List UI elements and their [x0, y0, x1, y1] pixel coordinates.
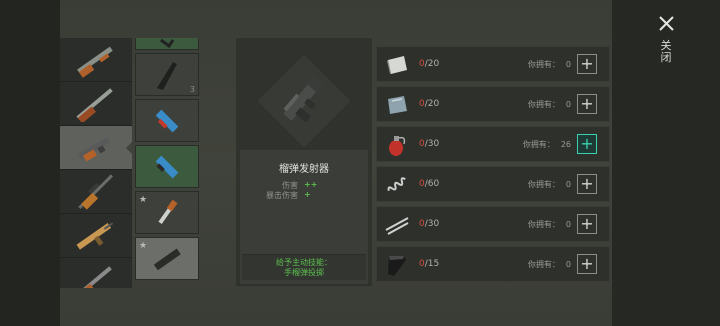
owned-label: 你拥有： [527, 220, 560, 229]
owned-value: 0 [565, 180, 571, 189]
material-required: /20 [424, 59, 440, 69]
weapon-slot-grenade-launcher[interactable] [60, 126, 132, 170]
star-icon: ★ [139, 195, 148, 205]
mod-slot-top[interactable] [135, 38, 199, 50]
material-row: 0/20 你拥有： 0 + [376, 86, 610, 122]
weapon-detail-panel: 榴弹发射器 伤害 ++ 暴击伤害 + 给予主动技能： 手榴弹投掷 [236, 38, 372, 286]
add-material-button[interactable]: + [577, 174, 597, 194]
material-owned: 你拥有： 0 [528, 219, 571, 230]
owned-label: 你拥有： [527, 260, 560, 269]
star-icon: ★ [139, 241, 148, 251]
material-required: /15 [424, 259, 440, 269]
knife-icon [158, 199, 178, 224]
weapon-slot-assault-rifle[interactable] [60, 214, 132, 258]
owned-label: 你拥有： [527, 60, 560, 69]
material-owned: 你拥有： 0 [528, 259, 571, 270]
weapon-slot-shotgun-double[interactable] [60, 82, 132, 126]
mod-list: 3 ★ ★ [133, 38, 201, 288]
stat-label: 暴击伤害 [266, 191, 298, 200]
material-owned: 你拥有： 26 [523, 139, 571, 150]
material-row: 0/60 你拥有： 0 + [376, 166, 610, 202]
weapon-slot-sniper-rifle[interactable] [60, 170, 132, 214]
skill-info: 给予主动技能： 手榴弹投掷 [242, 254, 366, 280]
assault-rifle-icon [76, 221, 114, 250]
materials-list: 0/20 你拥有： 0 + 0/20 你拥有： 0 + 0/30 你拥有： 26 + … [376, 38, 610, 288]
background-left [0, 0, 60, 326]
material-required: /60 [424, 179, 440, 189]
material-required: /30 [424, 139, 440, 149]
barrel-icon [153, 248, 181, 270]
mod-slot-barrel[interactable]: ★ [135, 237, 199, 280]
metal-plate-icon [383, 51, 411, 79]
material-owned: 你拥有： 0 [528, 59, 571, 70]
owned-value: 0 [565, 100, 571, 109]
rubber-roll-icon [383, 251, 411, 279]
material-row: 0/15 你拥有： 0 + [376, 246, 610, 282]
shotgun-pump-icon [77, 46, 113, 78]
mod-slot-knife[interactable]: ★ [135, 191, 199, 234]
weapon-list [60, 38, 132, 288]
material-row: 0/30 你拥有： 0 + [376, 206, 610, 242]
material-required: /30 [424, 219, 440, 229]
owned-value: 0 [565, 260, 571, 269]
weapon-name: 榴弹发射器 [279, 164, 329, 175]
skill-title: 给予主动技能： [276, 258, 332, 267]
add-material-button[interactable]: + [577, 214, 597, 234]
shotgun-double-icon [76, 87, 113, 122]
weapon-slot-shotgun-pump[interactable] [60, 38, 132, 82]
material-count: 0/20 [419, 99, 439, 109]
rods-icon [383, 211, 411, 239]
owned-label: 你拥有： [522, 140, 555, 149]
add-material-button[interactable]: + [577, 134, 597, 154]
mod-slot-scope-2[interactable] [135, 145, 199, 188]
grenade-icon [383, 131, 411, 159]
add-material-button[interactable]: + [577, 54, 597, 74]
stat-value: + [304, 190, 311, 199]
owned-label: 你拥有： [527, 100, 560, 109]
grenade-launcher-icon [77, 136, 110, 162]
owned-value: 26 [560, 140, 571, 149]
material-count: 0/30 [419, 139, 439, 149]
close-icon [659, 16, 674, 31]
scope-icon [155, 109, 179, 132]
mod-part-icon [160, 38, 175, 48]
mod-slot-scope[interactable] [135, 99, 199, 142]
sniper-rifle-icon [78, 173, 113, 210]
scope-icon [155, 155, 179, 178]
material-owned: 你拥有： 0 [528, 99, 571, 110]
owned-label: 你拥有： [527, 180, 560, 189]
stat-value: ++ [304, 180, 318, 189]
grenade-launcher-large-icon [283, 75, 325, 123]
add-material-button[interactable]: + [577, 94, 597, 114]
material-owned: 你拥有： 0 [528, 179, 571, 190]
weapon-info-box: 榴弹发射器 伤害 ++ 暴击伤害 + 给予主动技能： 手榴弹投掷 [240, 150, 368, 284]
material-required: /20 [424, 99, 440, 109]
close-label: 关闭 [660, 39, 672, 64]
material-count: 0/20 [419, 59, 439, 69]
mod-count: 3 [189, 85, 195, 94]
weapon-slot-rifle[interactable] [60, 258, 132, 288]
material-count: 0/15 [419, 259, 439, 269]
rifle-icon [78, 265, 112, 288]
close-button[interactable] [652, 10, 682, 40]
glass-plate-icon [383, 91, 411, 119]
material-count: 0/30 [419, 219, 439, 229]
owned-value: 0 [565, 220, 571, 229]
stock-icon [157, 61, 177, 90]
mod-slot-stock[interactable]: 3 [135, 53, 199, 96]
material-count: 0/60 [419, 179, 439, 189]
material-row: 0/20 你拥有： 0 + [376, 46, 610, 82]
skill-name: 手榴弹投掷 [284, 268, 324, 277]
owned-value: 0 [565, 60, 571, 69]
add-material-button[interactable]: + [577, 254, 597, 274]
material-row: 0/30 你拥有： 26 + [376, 126, 610, 162]
spring-icon [383, 171, 411, 199]
